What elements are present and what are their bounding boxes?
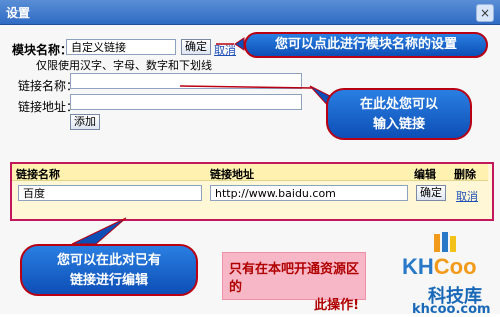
logo-text: KHCoo: [402, 254, 477, 280]
note-line1: 只有在本吧开通资源区的: [229, 262, 360, 295]
input-callout-line2: 输入链接: [372, 117, 425, 132]
edit-callout: 您可以在此对已有 链接进行编辑: [20, 244, 198, 296]
input-callout-line1: 在此处您可以: [359, 97, 438, 112]
logo-domain: khcoo.com: [412, 302, 491, 317]
books-icon: [434, 232, 456, 252]
edit-callout-line1: 您可以在此对已有: [56, 253, 161, 268]
logo-kh: KH: [402, 254, 434, 279]
note-line2: 此操作!: [314, 298, 359, 313]
module-callout: 您可以点此进行模块名称的设置: [244, 32, 488, 58]
logo-coo: Coo: [433, 254, 477, 279]
edit-callout-line2: 链接进行编辑: [69, 273, 148, 288]
input-callout: 在此处您可以 输入链接: [326, 88, 472, 140]
khcoo-logo: KHCoo 科技库 khcoo.com: [390, 230, 500, 317]
resource-note: 只有在本吧开通资源区的 此操作!: [222, 252, 366, 313]
